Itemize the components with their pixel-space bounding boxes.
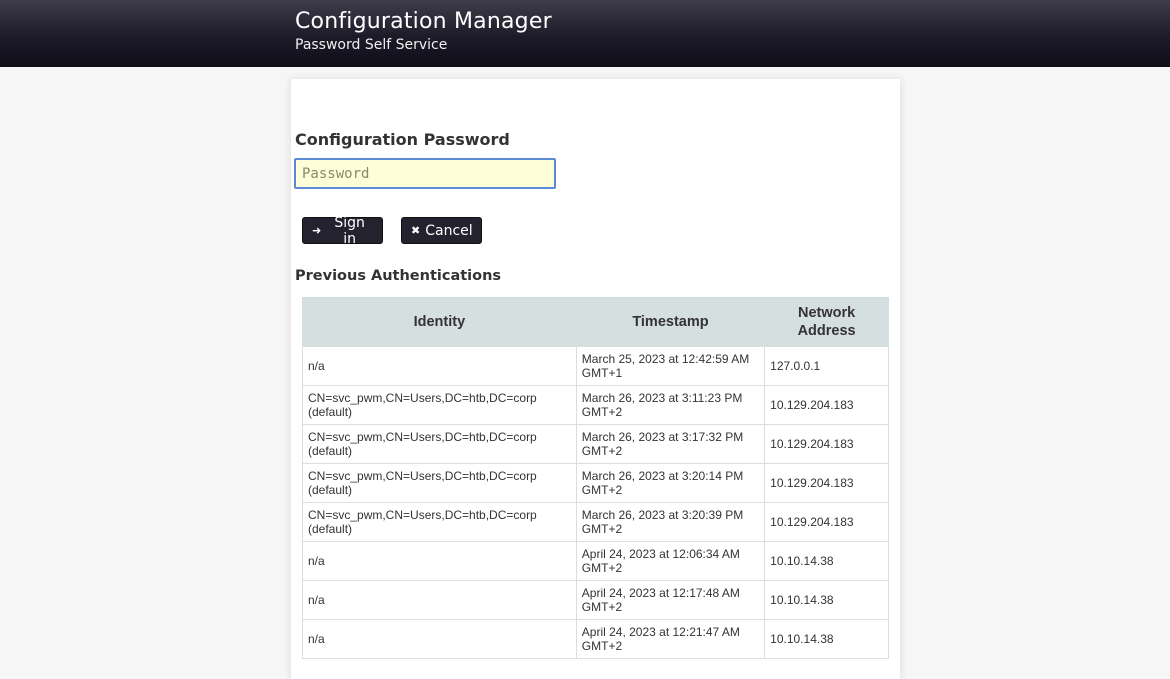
identity-cell: n/a <box>302 346 577 386</box>
timestamp-cell: March 26, 2023 at 3:17:32 PM GMT+2 <box>575 424 766 464</box>
address-cell: 10.129.204.183 <box>764 385 889 425</box>
previous-auth-table: Identity Timestamp Network Address n/a M… <box>302 297 889 659</box>
app-subtitle: Password Self Service <box>295 37 448 53</box>
cancel-button[interactable]: ✖ Cancel <box>401 217 482 244</box>
cancel-label: Cancel <box>425 222 473 239</box>
identity-cell: n/a <box>302 541 577 581</box>
timestamp-cell: March 26, 2023 at 3:11:23 PM GMT+2 <box>575 385 766 425</box>
app-header: Configuration Manager Password Self Serv… <box>0 0 1170 67</box>
table-row: n/a April 24, 2023 at 12:06:34 AM GMT+2 … <box>302 541 889 581</box>
main-panel: Configuration Password ➜ Sign in ✖ Cance… <box>291 79 900 679</box>
timestamp-cell: April 24, 2023 at 12:17:48 AM GMT+2 <box>575 580 766 620</box>
table-row: n/a April 24, 2023 at 12:21:47 AM GMT+2 … <box>302 619 889 659</box>
table-row: CN=svc_pwm,CN=Users,DC=htb,DC=corp (defa… <box>302 502 889 542</box>
table-row: n/a April 24, 2023 at 12:17:48 AM GMT+2 … <box>302 580 889 620</box>
table-header-row: Identity Timestamp Network Address <box>302 297 889 347</box>
address-cell: 10.10.14.38 <box>764 619 889 659</box>
timestamp-cell: April 24, 2023 at 12:21:47 AM GMT+2 <box>575 619 766 659</box>
close-icon: ✖ <box>411 224 421 237</box>
table-row: n/a March 25, 2023 at 12:42:59 AM GMT+1 … <box>302 346 889 386</box>
app-title: Configuration Manager <box>295 9 552 34</box>
table-row: CN=svc_pwm,CN=Users,DC=htb,DC=corp (defa… <box>302 463 889 503</box>
column-header-network-address: Network Address <box>764 297 889 347</box>
address-cell: 10.129.204.183 <box>764 463 889 503</box>
previous-auth-title: Previous Authentications <box>295 268 502 284</box>
sign-in-button[interactable]: ➜ Sign in <box>302 214 383 247</box>
timestamp-cell: March 26, 2023 at 3:20:39 PM GMT+2 <box>575 502 766 542</box>
table-row: CN=svc_pwm,CN=Users,DC=htb,DC=corp (defa… <box>302 424 889 464</box>
address-cell: 10.10.14.38 <box>764 541 889 581</box>
section-title: Configuration Password <box>295 130 510 149</box>
address-cell: 10.10.14.38 <box>764 580 889 620</box>
timestamp-cell: March 26, 2023 at 3:20:14 PM GMT+2 <box>575 463 766 503</box>
timestamp-cell: March 25, 2023 at 12:42:59 AM GMT+1 <box>575 346 766 386</box>
table-row: CN=svc_pwm,CN=Users,DC=htb,DC=corp (defa… <box>302 385 889 425</box>
column-header-timestamp: Timestamp <box>575 297 766 347</box>
identity-cell: CN=svc_pwm,CN=Users,DC=htb,DC=corp (defa… <box>302 502 577 542</box>
timestamp-cell: April 24, 2023 at 12:06:34 AM GMT+2 <box>575 541 766 581</box>
identity-cell: CN=svc_pwm,CN=Users,DC=htb,DC=corp (defa… <box>302 424 577 464</box>
identity-cell: CN=svc_pwm,CN=Users,DC=htb,DC=corp (defa… <box>302 463 577 503</box>
address-cell: 10.129.204.183 <box>764 502 889 542</box>
identity-cell: n/a <box>302 619 577 659</box>
address-cell: 10.129.204.183 <box>764 424 889 464</box>
password-input[interactable] <box>294 158 556 189</box>
column-header-identity: Identity <box>302 297 577 347</box>
sign-in-icon: ➜ <box>312 224 322 237</box>
identity-cell: CN=svc_pwm,CN=Users,DC=htb,DC=corp (defa… <box>302 385 577 425</box>
address-cell: 127.0.0.1 <box>764 346 889 386</box>
identity-cell: n/a <box>302 580 577 620</box>
sign-in-label: Sign in <box>334 214 365 247</box>
